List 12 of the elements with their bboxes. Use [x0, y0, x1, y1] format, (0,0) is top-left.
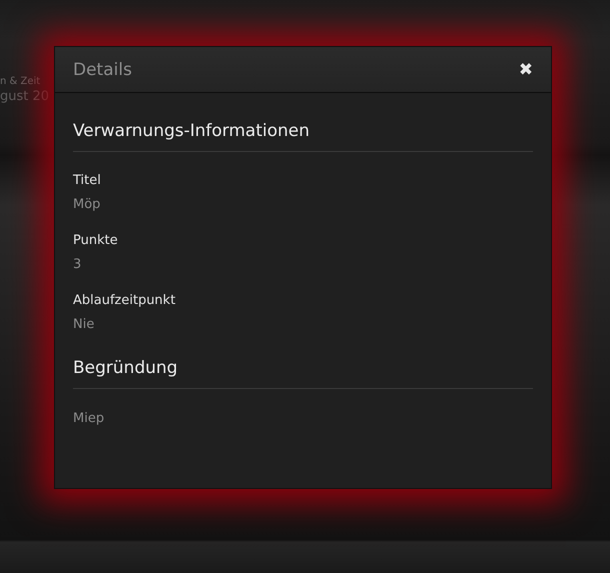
- field-label: Ablaufzeitpunkt: [73, 293, 176, 308]
- field-label: Titel: [73, 173, 102, 188]
- field-value: Nie: [73, 317, 96, 332]
- background-text: n & Zeit: [0, 76, 42, 87]
- section-heading: Begründung: [73, 358, 533, 389]
- dialog-title: Details: [73, 60, 132, 80]
- field-value: Möp: [73, 197, 102, 212]
- field-label: Punkte: [73, 233, 119, 248]
- close-button[interactable]: ✖: [518, 60, 533, 80]
- reason-text: Miep: [73, 411, 106, 426]
- field-value: 3: [73, 257, 82, 272]
- section-heading: Verwarnungs-Informationen: [73, 121, 533, 152]
